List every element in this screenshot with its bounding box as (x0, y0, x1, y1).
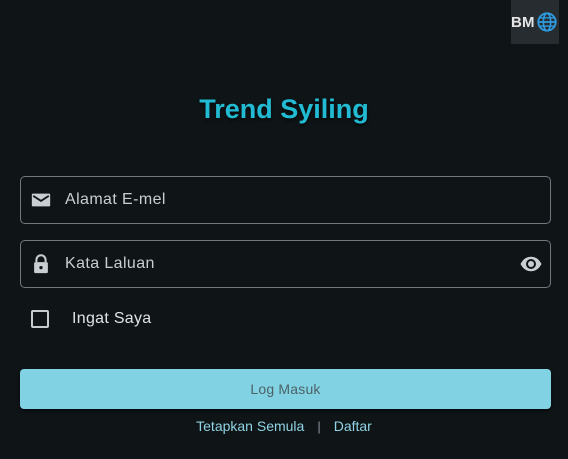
app-title: Trend Syiling (199, 94, 369, 124)
lock-icon (34, 254, 48, 274)
eye-icon[interactable] (519, 252, 543, 276)
mail-icon (31, 193, 51, 207)
language-switch-button[interactable]: BM (511, 0, 559, 44)
password-input[interactable] (52, 241, 519, 287)
language-label: BM (511, 13, 535, 31)
globe-icon (537, 12, 557, 32)
remember-me-row: Ingat Saya (31, 310, 152, 328)
link-separator: | (317, 418, 321, 434)
password-field[interactable] (20, 240, 551, 288)
email-input[interactable] (52, 177, 550, 223)
login-screen: BM Trend Syiling Ingat Say (0, 0, 568, 459)
remember-me-checkbox[interactable] (31, 310, 49, 328)
reset-password-link[interactable]: Tetapkan Semula (196, 418, 304, 434)
footer-links: Tetapkan Semula | Daftar (0, 418, 568, 434)
remember-me-label: Ingat Saya (72, 310, 152, 327)
email-field[interactable] (20, 176, 551, 224)
login-button[interactable]: Log Masuk (20, 369, 551, 409)
register-link[interactable]: Daftar (334, 418, 372, 434)
